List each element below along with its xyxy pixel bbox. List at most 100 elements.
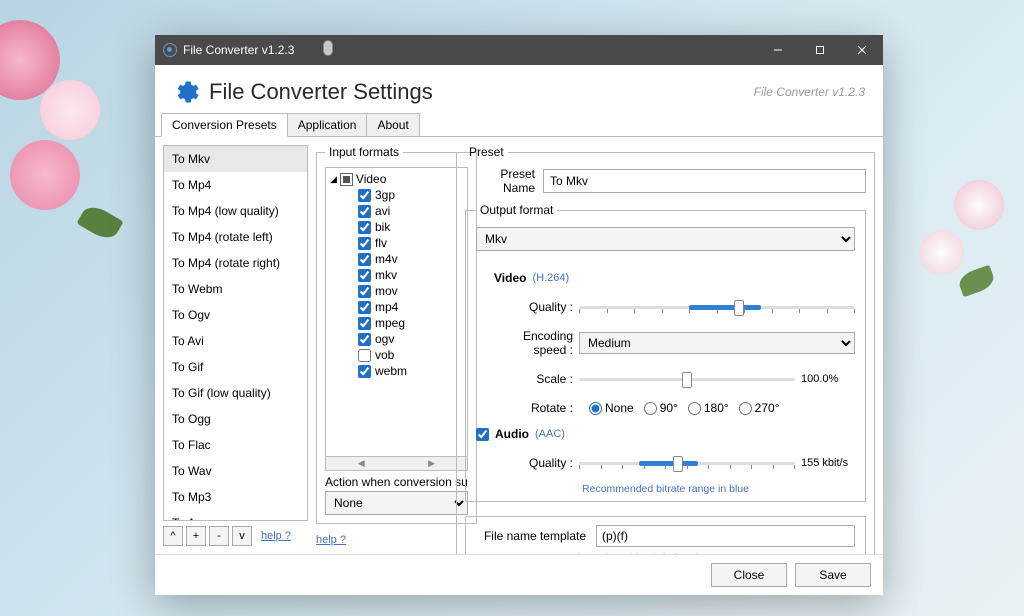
preset-item[interactable]: To Webm [164,276,307,302]
tab-application[interactable]: Application [287,113,368,137]
save-button[interactable]: Save [795,563,871,587]
format-checkbox[interactable] [358,253,371,266]
format-checkbox[interactable] [358,237,371,250]
format-checkbox[interactable] [358,269,371,282]
format-item[interactable]: mov [358,284,463,298]
audio-enabled-checkbox[interactable] [476,428,489,441]
template-input[interactable] [596,525,855,547]
format-checkbox[interactable] [358,205,371,218]
preset-item[interactable]: To Mp4 (low quality) [164,198,307,224]
action-label: Action when conversion su [325,475,468,489]
format-item[interactable]: webm [358,364,463,378]
format-item[interactable]: flv [358,236,463,250]
rotate-90-radio[interactable] [644,402,657,415]
gear-icon [173,79,199,105]
preset-move-down-button[interactable]: v [232,526,252,546]
format-checkbox[interactable] [358,301,371,314]
preset-item[interactable]: To Aac [164,510,307,521]
close-button[interactable] [841,35,883,65]
format-item[interactable]: bik [358,220,463,234]
video-quality-slider[interactable] [579,297,855,317]
preset-item[interactable]: To Wav [164,458,307,484]
format-item[interactable]: mpeg [358,316,463,330]
tree-scrollbar[interactable]: ◀ ▶ [325,457,468,471]
action-select[interactable]: None [325,491,468,515]
video-section-label: Video [494,271,526,285]
format-label: webm [375,364,407,378]
page-title: File Converter Settings [209,79,754,105]
preset-remove-button[interactable]: - [209,526,229,546]
format-label: bik [375,220,390,234]
maximize-button[interactable] [799,35,841,65]
encoding-speed-select[interactable]: Medium [579,332,855,354]
preset-name-input[interactable] [543,169,866,193]
format-item[interactable]: vob [358,348,463,362]
collapse-icon[interactable]: ◢ [330,174,337,185]
format-checkbox[interactable] [358,317,371,330]
preset-item[interactable]: To Avi [164,328,307,354]
preset-add-button[interactable]: + [186,526,206,546]
input-help-link[interactable]: help ? [316,534,346,546]
version-text: File Converter v1.2.3 [754,85,865,99]
format-checkbox[interactable] [358,221,371,234]
preset-name-label: Preset Name [465,167,543,195]
preset-item[interactable]: To Mkv [164,146,307,172]
video-root-label: Video [356,172,386,186]
preset-move-up-button[interactable]: ^ [163,526,183,546]
input-formats-tree[interactable]: ◢ Video 3gp avi bik flv m4v mkv mov mp4 mpeg ogv v… [325,167,468,457]
preset-item[interactable]: To Ogg [164,406,307,432]
preset-help-link[interactable]: help ? [261,530,291,542]
format-checkbox[interactable] [358,285,371,298]
format-label: flv [375,236,387,250]
format-checkbox[interactable] [358,189,371,202]
preset-item[interactable]: To Mp3 [164,484,307,510]
titlebar[interactable]: File Converter v1.2.3 [155,35,883,65]
audio-quality-label: Quality : [494,456,579,470]
rotate-label: Rotate : [494,401,579,415]
preset-item[interactable]: To Mp4 (rotate left) [164,224,307,250]
format-label: mov [375,284,398,298]
window-title: File Converter v1.2.3 [183,43,757,57]
rotate-270-radio[interactable] [739,402,752,415]
format-item[interactable]: mp4 [358,300,463,314]
scale-slider[interactable] [579,369,795,389]
format-item[interactable]: 3gp [358,188,463,202]
rotate-180-radio[interactable] [688,402,701,415]
format-label: m4v [375,252,398,266]
preset-item[interactable]: To Flac [164,432,307,458]
preset-item[interactable]: To Gif [164,354,307,380]
format-item[interactable]: m4v [358,252,463,266]
video-quality-label: Quality : [494,300,579,314]
preset-item[interactable]: To Ogv [164,302,307,328]
template-label: File name template [476,529,596,543]
preset-fieldset: Preset Preset Name Output format Mkv Vid… [456,145,875,554]
format-checkbox[interactable] [358,365,371,378]
preset-list[interactable]: To MkvTo Mp4To Mp4 (low quality)To Mp4 (… [163,145,308,521]
audio-quality-slider[interactable] [579,453,795,473]
app-window: File Converter v1.2.3 File Converter Set… [155,35,883,595]
preset-item[interactable]: To Gif (low quality) [164,380,307,406]
rotate-none-radio[interactable] [589,402,602,415]
video-codec-label: (H.264) [532,272,569,284]
tab-conversion-presets[interactable]: Conversion Presets [161,113,288,137]
output-format-legend: Output format [476,203,557,217]
scroll-left-icon[interactable]: ◀ [326,457,396,470]
preset-item[interactable]: To Mp4 [164,172,307,198]
format-item[interactable]: mkv [358,268,463,282]
output-format-select[interactable]: Mkv [476,227,855,251]
format-label: mpeg [375,316,405,330]
audio-quality-value: 155 kbit/s [795,457,855,469]
format-item[interactable]: ogv [358,332,463,346]
format-label: mkv [375,268,397,282]
video-root-checkbox[interactable] [340,173,353,186]
scale-value: 100.0% [795,373,855,385]
preset-item[interactable]: To Mp4 (rotate right) [164,250,307,276]
format-item[interactable]: avi [358,204,463,218]
format-checkbox[interactable] [358,333,371,346]
tab-about[interactable]: About [366,113,419,137]
minimize-button[interactable] [757,35,799,65]
audio-codec-label: (AAC) [535,428,565,440]
close-dialog-button[interactable]: Close [711,563,787,587]
format-checkbox[interactable] [358,349,371,362]
format-label: vob [375,348,394,362]
